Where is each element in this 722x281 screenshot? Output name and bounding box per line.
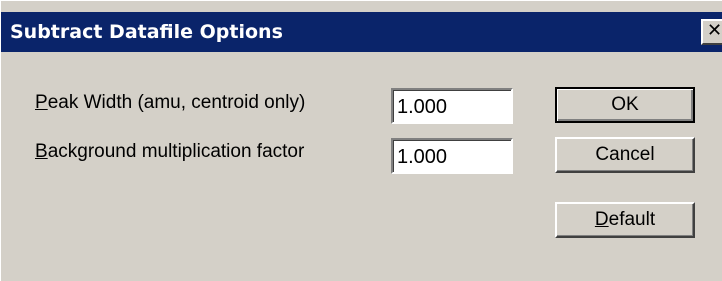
title-bar[interactable]: Subtract Datafile Options ✕ <box>1 12 722 52</box>
background-factor-input[interactable] <box>397 145 507 169</box>
peak-width-field[interactable] <box>391 88 513 124</box>
dialog-title: Subtract Datafile Options <box>10 21 283 43</box>
default-button[interactable]: Default <box>555 202 695 238</box>
peak-width-label: Peak Width (amu, centroid only) <box>35 92 305 114</box>
peak-width-accelerator: P <box>35 92 48 113</box>
background-factor-label: Background multiplication factor <box>35 141 304 163</box>
background-factor-field[interactable] <box>391 138 513 174</box>
close-icon: ✕ <box>707 20 722 41</box>
subtract-datafile-options-dialog: Subtract Datafile Options ✕ Peak Width (… <box>0 0 722 281</box>
peak-width-label-text: eak Width (amu, centroid only) <box>47 92 306 113</box>
close-button[interactable]: ✕ <box>701 19 722 45</box>
cancel-button[interactable]: Cancel <box>555 137 695 173</box>
default-accelerator: D <box>594 209 609 230</box>
background-factor-label-text: ackground multiplication factor <box>47 141 305 162</box>
ok-button[interactable]: OK <box>555 87 695 123</box>
default-button-text: efault <box>608 209 656 230</box>
background-factor-accelerator: B <box>35 141 48 162</box>
peak-width-input[interactable] <box>397 95 507 119</box>
